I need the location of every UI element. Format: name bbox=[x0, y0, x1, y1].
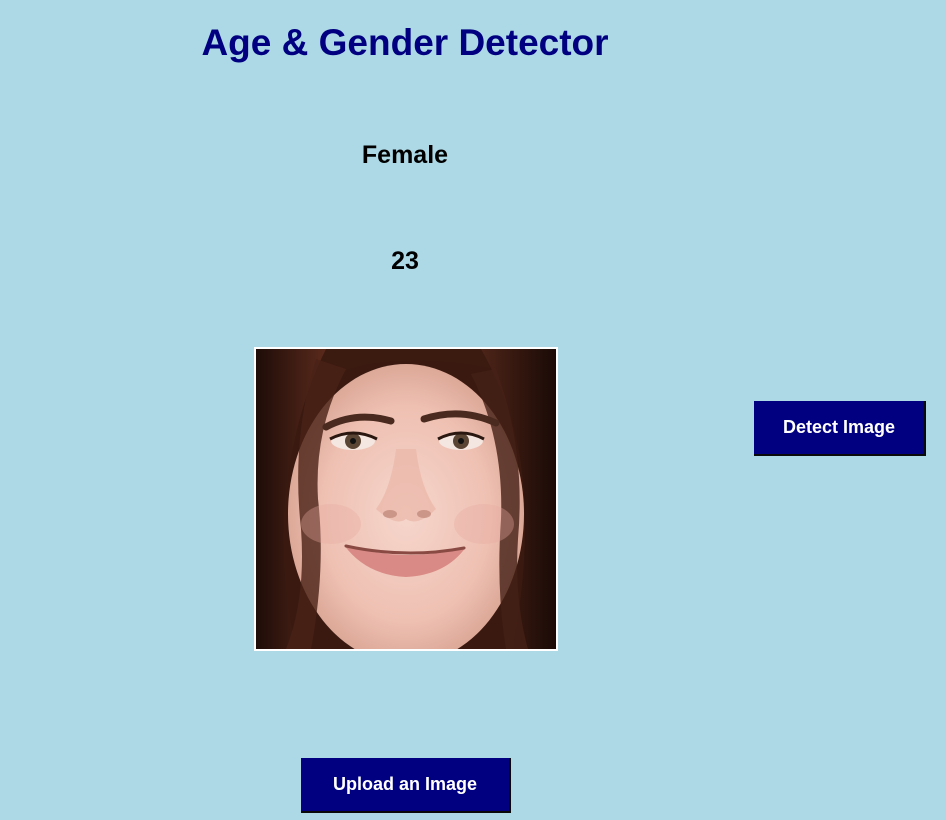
gender-result: Female bbox=[361, 141, 449, 169]
upload-image-button[interactable]: Upload an Image bbox=[301, 758, 511, 813]
page-title: Age & Gender Detector bbox=[201, 22, 609, 63]
face-photo-illustration bbox=[256, 349, 556, 649]
age-result: 23 bbox=[391, 247, 419, 275]
detect-image-button[interactable]: Detect Image bbox=[754, 401, 926, 456]
uploaded-image bbox=[254, 347, 558, 651]
